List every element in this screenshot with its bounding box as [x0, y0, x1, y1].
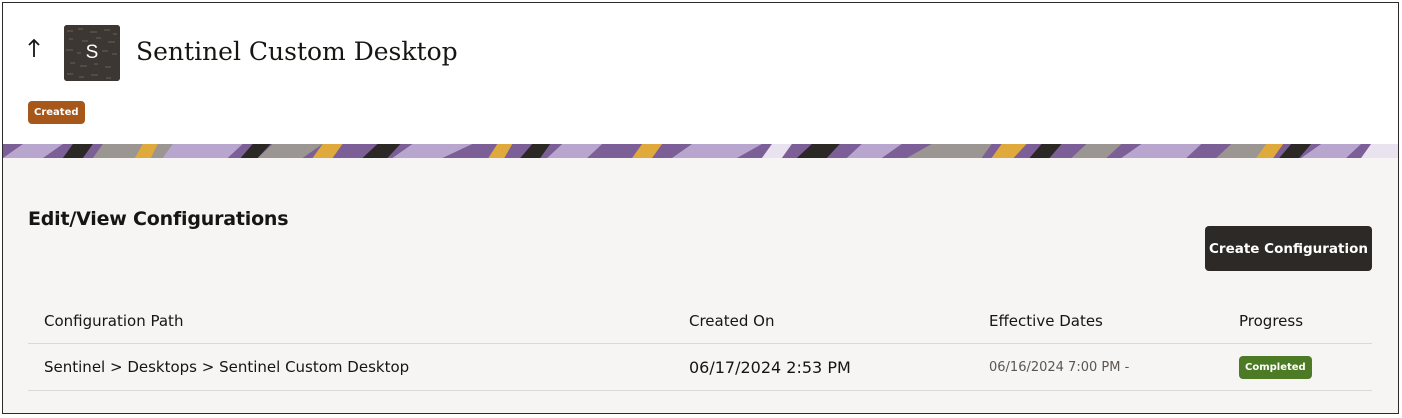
configurations-table: Configuration Path Created On Effective …	[28, 298, 1372, 391]
column-header-progress[interactable]: Progress	[1239, 298, 1303, 343]
table-row[interactable]: Sentinel > Desktops > Sentinel Custom De…	[28, 344, 1372, 391]
created-on-cell: 06/17/2024 2:53 PM	[689, 357, 851, 377]
page-frame: S Sentinel Custom Desktop Created Edit/V…	[2, 2, 1399, 414]
status-badge: Created	[28, 101, 85, 124]
column-header-configuration-path[interactable]: Configuration Path	[44, 298, 183, 343]
arrow-up-icon[interactable]	[21, 33, 47, 63]
decorative-banner	[3, 144, 1398, 158]
progress-status-badge: Completed	[1239, 355, 1312, 379]
page-header: S Sentinel Custom Desktop Created	[3, 3, 1398, 144]
avatar-letter: S	[85, 42, 99, 63]
effective-dates-cell: 06/16/2024 7:00 PM -	[989, 359, 1130, 375]
page-title: Sentinel Custom Desktop	[136, 37, 458, 66]
main-content: Edit/View Configurations Create Configur…	[3, 158, 1398, 413]
create-configuration-button[interactable]: Create Configuration	[1205, 226, 1372, 271]
configuration-path-cell[interactable]: Sentinel > Desktops > Sentinel Custom De…	[44, 344, 409, 390]
table-header-row: Configuration Path Created On Effective …	[28, 298, 1372, 344]
progress-cell: Completed	[1239, 344, 1312, 390]
column-header-created-on[interactable]: Created On	[689, 298, 774, 343]
avatar: S	[64, 25, 120, 81]
section-title: Edit/View Configurations	[28, 208, 289, 230]
column-header-effective-dates[interactable]: Effective Dates	[989, 298, 1103, 343]
